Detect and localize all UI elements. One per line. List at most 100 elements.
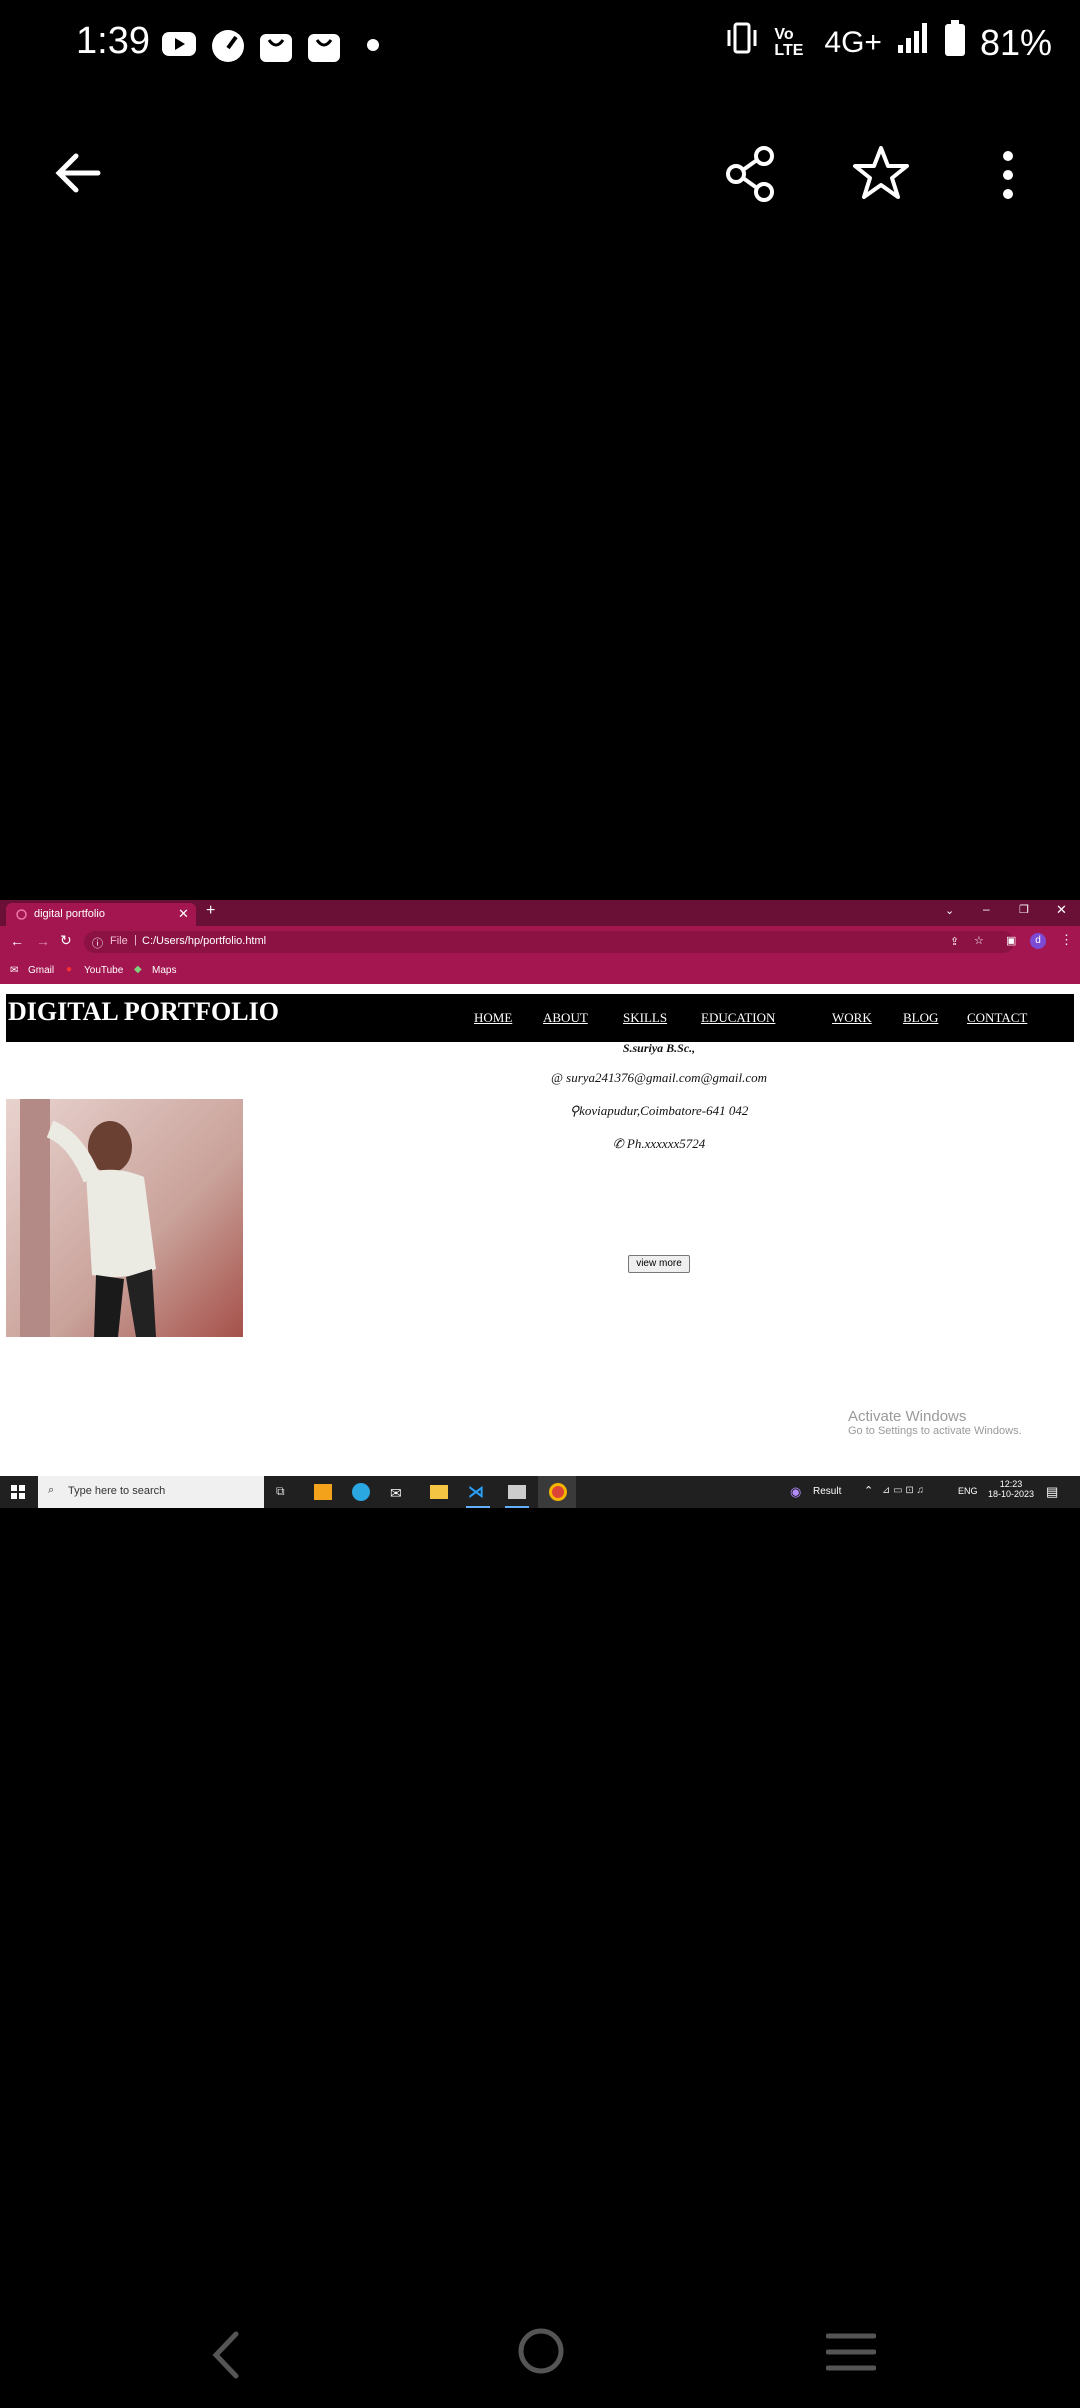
shopping-bag-icon <box>258 28 294 62</box>
edge-icon[interactable] <box>352 1483 370 1501</box>
nav-work[interactable]: WORK <box>832 1010 872 1026</box>
browser-tab-strip: digital portfolio ✕ + ⌄ – ❐ ✕ <box>0 900 1080 926</box>
file-explorer-icon[interactable] <box>430 1485 448 1499</box>
tab-favicon-icon <box>16 909 27 923</box>
photos-active-indicator <box>505 1506 529 1508</box>
battery-icon <box>944 20 966 65</box>
task-view-icon[interactable]: ⧉ <box>276 1484 285 1499</box>
windows-taskbar: ⌕ Type here to search ⧉ ✉ ⋊ ◉ Result ⌃ ⊿… <box>0 1476 1080 1508</box>
profile-location-row: ⚲koviapudur,Coimbatore-641 042 <box>459 1103 859 1119</box>
notification-center-icon[interactable]: ▤ <box>1046 1484 1058 1500</box>
bookmark-star-icon[interactable]: ☆ <box>974 934 984 947</box>
nav-education[interactable]: EDUCATION <box>701 1010 775 1026</box>
tray-chevron-icon[interactable]: ⌃ <box>864 1484 873 1497</box>
youtube-bookmark-icon: ● <box>66 964 73 975</box>
bookmark-youtube[interactable]: YouTube <box>84 965 123 976</box>
at-icon: @ <box>550 1070 567 1085</box>
new-tab-icon[interactable]: + <box>206 902 215 920</box>
speedometer-icon <box>210 28 246 62</box>
nav-recents-icon[interactable] <box>825 2332 877 2377</box>
maps-icon: ◆ <box>134 964 142 975</box>
close-window-icon[interactable]: ✕ <box>1056 902 1067 918</box>
network-type: 4G+ <box>824 25 882 59</box>
profile-avatar[interactable]: d <box>1030 933 1046 949</box>
nav-back-icon[interactable] <box>210 2330 240 2385</box>
status-bar: 1:39 Vo LTE 4G+ 81% <box>0 0 1080 90</box>
portfolio-page: DIGITAL PORTFOLIO HOME ABOUT SKILLS EDUC… <box>0 984 1080 1476</box>
minimize-icon[interactable]: – <box>983 902 990 916</box>
tray-clock[interactable]: 12:23 18-10-2023 <box>986 1479 1036 1499</box>
nav-home[interactable]: HOME <box>474 1010 512 1026</box>
android-nav-bar <box>0 2300 1080 2408</box>
tray-lang[interactable]: ENG <box>958 1486 978 1496</box>
bookmark-maps[interactable]: Maps <box>152 965 176 976</box>
nav-contact[interactable]: CONTACT <box>967 1010 1027 1026</box>
watermark-subtitle: Go to Settings to activate Windows. <box>848 1425 1022 1437</box>
brand-title: DIGITAL PORTFOLIO <box>8 997 279 1026</box>
vibrate-icon <box>724 20 760 65</box>
more-vert-icon[interactable] <box>996 150 1020 205</box>
share-icon[interactable] <box>722 146 778 207</box>
location-pin-icon: ⚲ <box>569 1103 580 1118</box>
nav-blog[interactable]: BLOG <box>903 1010 938 1026</box>
nav-skills[interactable]: SKILLS <box>623 1010 667 1026</box>
windows-start-icon[interactable] <box>11 1485 25 1504</box>
address-prefix: File <box>110 935 128 947</box>
taskbar-result[interactable]: Result <box>813 1486 841 1497</box>
bookmarks-bar: ✉ Gmail ● YouTube ◆ Maps <box>0 958 1080 984</box>
chrome-icon <box>549 1483 567 1501</box>
photos-icon[interactable] <box>508 1485 526 1499</box>
phone-icon: ✆ <box>612 1136 627 1151</box>
back-icon[interactable]: ← <box>10 933 24 949</box>
result-icon: ◉ <box>790 1484 802 1499</box>
browser-menu-icon[interactable]: ⋮ <box>1060 932 1073 948</box>
browser-toolbar: ← → ↻ ⓘ File | C:/Users/hp/portfolio.htm… <box>0 926 1080 958</box>
bookmark-gmail[interactable]: Gmail <box>28 965 54 976</box>
youtube-icon <box>160 28 198 60</box>
gmail-icon: ✉ <box>10 965 19 976</box>
screenshot-image[interactable]: digital portfolio ✕ + ⌄ – ❐ ✕ ← → ↻ ⓘ Fi… <box>0 900 1080 1508</box>
portfolio-header: DIGITAL PORTFOLIO HOME ABOUT SKILLS EDUC… <box>6 994 1074 1042</box>
search-icon: ⌕ <box>48 1484 55 1496</box>
battery-percent: 81% <box>979 21 1052 63</box>
arrow-left-icon[interactable] <box>52 148 102 203</box>
taskbar-search-placeholder: Type here to search <box>68 1485 166 1497</box>
profile-email-row: @ surya241376@gmail.com@gmail.com <box>459 1070 859 1086</box>
address-divider: | <box>134 934 137 946</box>
tab-search-icon[interactable]: ⌄ <box>945 904 954 917</box>
address-bar[interactable]: ⓘ File | C:/Users/hp/portfolio.html ⇪ ☆ <box>84 931 1014 953</box>
reload-icon[interactable]: ↻ <box>60 932 72 949</box>
forward-icon[interactable]: → <box>36 933 50 949</box>
profile-name: S.suriya B.Sc., <box>622 1041 696 1055</box>
side-panel-icon[interactable]: ▣ <box>1006 934 1016 947</box>
vscode-active-indicator <box>466 1506 490 1508</box>
activate-windows-watermark: Activate Windows Go to Settings to activ… <box>848 1408 1022 1437</box>
more-notifications-dot-icon <box>366 38 380 70</box>
nav-about[interactable]: ABOUT <box>543 1010 588 1026</box>
star-icon[interactable] <box>852 144 910 207</box>
signal-icon <box>896 21 930 64</box>
vscode-icon[interactable]: ⋊ <box>468 1482 484 1502</box>
tray-date: 18-10-2023 <box>987 1489 1035 1499</box>
nav-home-icon[interactable] <box>516 2326 566 2381</box>
status-right: Vo LTE 4G+ 81% <box>724 20 1052 65</box>
tray-icons[interactable]: ⊿ ▭ ⊡ ♫ <box>882 1485 924 1496</box>
view-more-button[interactable]: view more <box>628 1255 690 1273</box>
browser-tab[interactable]: digital portfolio ✕ <box>6 903 196 926</box>
volte-badge: Vo LTE <box>774 25 804 59</box>
taskbar-search[interactable]: ⌕ Type here to search <box>38 1476 264 1508</box>
watermark-title: Activate Windows <box>848 1408 967 1425</box>
info-icon: ⓘ <box>92 938 103 950</box>
restore-icon[interactable]: ❐ <box>1019 903 1029 916</box>
profile-email: surya241376@gmail.com@gmail.com <box>566 1070 768 1085</box>
store-icon[interactable] <box>314 1484 332 1500</box>
tray-time: 12:23 <box>999 1479 1023 1489</box>
viewer-toolbar <box>0 120 1080 230</box>
mail-icon[interactable]: ✉ <box>390 1485 402 1502</box>
close-tab-icon[interactable]: ✕ <box>178 906 189 922</box>
address-url: C:/Users/hp/portfolio.html <box>142 935 267 947</box>
shopping-bag-icon <box>306 28 342 62</box>
profile-phone-row: ✆ Ph.xxxxxx5724 <box>459 1136 859 1152</box>
status-time: 1:39 <box>76 20 150 62</box>
share-page-icon[interactable]: ⇪ <box>950 935 959 948</box>
